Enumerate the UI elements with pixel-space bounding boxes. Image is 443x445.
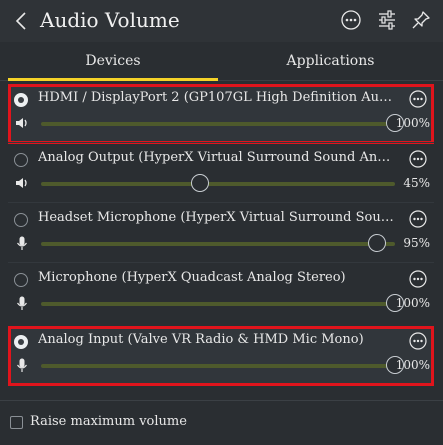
device-row: HDMI / DisplayPort 2 (GP107GL High Defin… — [8, 84, 434, 144]
volume-slider-track[interactable] — [41, 122, 395, 126]
configure-icon[interactable] — [376, 9, 398, 31]
volume-slider[interactable] — [41, 234, 395, 252]
default-device-radio[interactable] — [14, 213, 28, 227]
volume-slider-handle[interactable] — [191, 174, 210, 192]
volume-slider-track[interactable] — [41, 242, 395, 246]
volume-percent: 100% — [395, 116, 430, 130]
default-device-radio[interactable] — [14, 153, 28, 167]
volume-slider-track[interactable] — [41, 364, 395, 368]
tab-applications[interactable]: Applications — [218, 42, 443, 80]
tab-devices[interactable]: Devices — [8, 42, 218, 81]
device-row: Analog Output (HyperX Virtual Surround S… — [8, 144, 434, 204]
volume-slider[interactable] — [41, 356, 404, 374]
back-icon[interactable] — [12, 9, 30, 33]
page-title: Audio Volume — [40, 8, 180, 32]
microphone-icon[interactable] — [14, 295, 30, 311]
raise-max-volume-checkbox[interactable] — [10, 416, 23, 429]
device-more-options-icon[interactable] — [408, 149, 428, 169]
speaker-icon[interactable] — [14, 175, 30, 191]
volume-slider[interactable] — [41, 174, 395, 192]
volume-percent: 45% — [403, 176, 430, 190]
row-divider — [8, 202, 434, 203]
microphone-icon[interactable] — [14, 357, 30, 373]
microphone-icon[interactable] — [14, 235, 30, 251]
device-name: Headset Microphone (HyperX Virtual Surro… — [38, 210, 394, 225]
footer: Raise maximum volume — [0, 400, 443, 445]
volume-slider[interactable] — [41, 114, 404, 132]
speaker-icon[interactable] — [14, 115, 30, 131]
volume-slider[interactable] — [41, 294, 404, 312]
device-name: HDMI / DisplayPort 2 (GP107GL High Defin… — [38, 90, 394, 105]
volume-percent: 95% — [403, 236, 430, 250]
header-bar: Audio Volume — [0, 0, 443, 42]
volume-slider-handle[interactable] — [368, 234, 387, 252]
volume-slider-track[interactable] — [41, 182, 395, 186]
default-device-radio[interactable] — [14, 93, 28, 107]
device-more-options-icon[interactable] — [408, 269, 428, 289]
default-device-radio[interactable] — [14, 273, 28, 287]
row-divider — [8, 142, 434, 143]
pin-icon[interactable] — [410, 9, 432, 31]
more-options-icon[interactable] — [340, 9, 362, 31]
device-more-options-icon[interactable] — [408, 209, 428, 229]
device-row: Analog Input (Valve VR Radio & HMD Mic M… — [8, 326, 434, 386]
tab-bar: Devices Applications — [0, 42, 443, 81]
device-row: Microphone (HyperX Quadcast Analog Stere… — [8, 264, 434, 324]
device-more-options-icon[interactable] — [408, 331, 428, 351]
volume-percent: 100% — [395, 296, 430, 310]
default-device-radio[interactable] — [14, 335, 28, 349]
volume-slider-track[interactable] — [41, 302, 395, 306]
device-row: Headset Microphone (HyperX Virtual Surro… — [8, 204, 434, 264]
device-more-options-icon[interactable] — [408, 89, 428, 109]
row-divider — [8, 262, 434, 263]
device-name: Analog Output (HyperX Virtual Surround S… — [38, 150, 394, 165]
device-name: Analog Input (Valve VR Radio & HMD Mic M… — [38, 332, 364, 347]
device-name: Microphone (HyperX Quadcast Analog Stere… — [38, 270, 346, 285]
volume-percent: 100% — [395, 358, 430, 372]
raise-max-volume-label[interactable]: Raise maximum volume — [30, 414, 187, 429]
